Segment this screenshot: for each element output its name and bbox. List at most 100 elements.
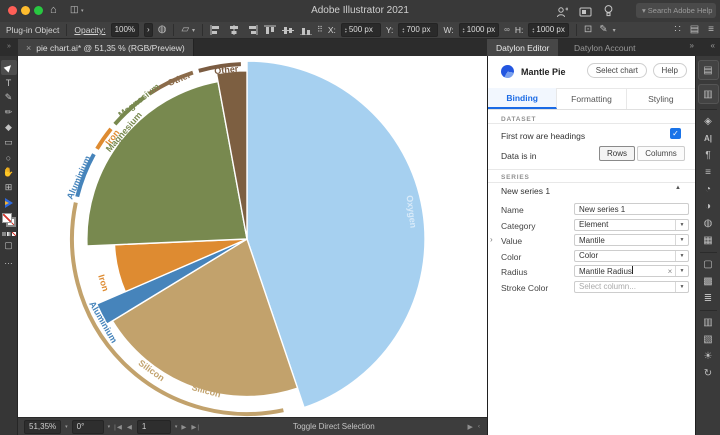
panel-tab-datylon-account[interactable]: Datylon Account <box>565 39 644 56</box>
isolate-icon[interactable]: ▤ <box>690 25 699 35</box>
assets-panel-icon[interactable]: ▥ <box>698 84 719 104</box>
eyedropper-tool[interactable]: ◆ <box>1 120 17 135</box>
panel-tab-datylon-editor[interactable]: Datylon Editor <box>487 39 558 56</box>
opacity-input[interactable]: 100% <box>111 23 139 37</box>
layers-panel-icon[interactable]: ◈ <box>699 113 718 130</box>
field-input-h[interactable]: ▴▾1000 px <box>528 23 568 37</box>
opacity-label[interactable]: Opacity: <box>74 25 105 35</box>
image-panel-icon[interactable]: ▦ <box>699 232 718 249</box>
pen-tool[interactable]: ✎ <box>1 90 17 105</box>
select-chart-button[interactable]: Select chart <box>587 63 647 78</box>
dropdown-caret-icon[interactable]: ▼ <box>675 266 688 276</box>
zoom-tool[interactable]: ○ <box>1 150 17 165</box>
artboard-number-input[interactable]: 1 <box>137 420 171 434</box>
field-input-w[interactable]: ▴▾1000 px <box>459 23 499 37</box>
type-tool[interactable]: T <box>1 75 17 90</box>
orientation-rows-button[interactable]: Rows <box>599 146 635 161</box>
first-artboard-button[interactable]: |◀ <box>114 423 123 431</box>
align-top-icon[interactable] <box>264 25 276 35</box>
clear-icon[interactable]: × <box>665 267 675 276</box>
recolor-artwork-icon[interactable]: ◍ <box>158 25 167 35</box>
align-middle-v-icon[interactable] <box>282 25 294 35</box>
panel-menu-icon[interactable]: » <box>690 41 694 50</box>
field-input-y[interactable]: ▴▾700 px <box>398 23 438 37</box>
tab-formatting[interactable]: Formatting <box>557 88 626 109</box>
zoom-level-select[interactable]: 51,35% <box>24 420 61 434</box>
chevron-down-icon[interactable]: ▾ <box>65 424 68 430</box>
link-dimensions-icon[interactable]: ∞ <box>504 25 510 35</box>
character-panel-icon[interactable]: A| <box>699 130 718 147</box>
search-scope-caret[interactable]: ▾ <box>642 6 646 15</box>
lightbulb-icon[interactable] <box>603 4 614 22</box>
last-artboard-button[interactable]: ▶| <box>191 423 200 431</box>
help-button[interactable]: Help <box>653 63 687 78</box>
close-tab-icon[interactable]: × <box>26 43 31 53</box>
status-expander-icon[interactable]: ▶ <box>467 423 473 431</box>
gradient-panel-icon[interactable]: ◍ <box>699 215 718 232</box>
search-input[interactable]: ▾ Search Adobe Help <box>636 3 716 18</box>
screen-mode-tool[interactable]: ▢ <box>1 238 17 253</box>
gradient-icon[interactable] <box>7 232 11 236</box>
dropdown-caret-icon[interactable]: ▼ <box>675 235 688 245</box>
color-icon[interactable] <box>2 232 6 236</box>
radius-select[interactable]: Mantile Radius×▼ <box>574 265 689 277</box>
tab-binding[interactable]: Binding <box>488 88 557 109</box>
symbols-panel-icon[interactable]: ▩ <box>699 273 718 290</box>
brightness-panel-icon[interactable]: ☀ <box>699 348 718 365</box>
status-back-icon[interactable]: ‹ <box>478 423 481 430</box>
artboard-tool[interactable]: ⊞ <box>1 180 17 195</box>
document-tab[interactable]: × pie chart.ai* @ 51,35 % (RGB/Preview) <box>18 39 194 56</box>
chevron-down-icon[interactable]: ▾ <box>108 424 111 430</box>
value-select[interactable]: Mantile▼ <box>574 234 689 246</box>
stroke-color-select[interactable]: Select column...▼ <box>574 281 689 293</box>
transform-icon[interactable]: ▱ ▾ <box>181 25 195 36</box>
next-artboard-button[interactable]: ▶ <box>181 423 187 431</box>
rectangle-tool[interactable]: ▭ <box>1 135 17 150</box>
none-icon[interactable] <box>12 232 16 236</box>
dropdown-caret-icon[interactable]: ▼ <box>675 282 688 292</box>
toolbar-more-icon[interactable]: » <box>0 39 18 56</box>
actions-panel-icon[interactable]: ↻ <box>699 365 718 382</box>
color-panel-icon[interactable]: ◔ <box>699 181 718 198</box>
artboard-canvas[interactable]: OxygenSiliconSiliconAluminiumIronAlumini… <box>18 56 487 417</box>
constrain-proportions-icon[interactable]: ⊡ <box>584 25 592 35</box>
color-mode-icons[interactable] <box>2 232 16 236</box>
paintbrush-tool[interactable]: ✏ <box>1 105 17 120</box>
distribute-grid-icon[interactable]: ⠿ <box>317 25 323 35</box>
fill-stroke-swatches[interactable] <box>2 213 16 227</box>
chevron-down-icon[interactable]: ▾ <box>175 424 178 430</box>
rotation-select[interactable]: 0° <box>72 420 104 434</box>
menu-icon[interactable]: ≡ <box>708 25 714 35</box>
style-icon[interactable]: ✎ <box>599 25 607 35</box>
dropdown-caret-icon[interactable]: ▼ <box>675 251 688 261</box>
share-user-icon[interactable] <box>556 5 568 23</box>
spinner-icon[interactable]: ▴▾ <box>463 27 465 33</box>
stroke-panel-icon[interactable]: ≡ <box>699 164 718 181</box>
paragraph-panel-icon[interactable]: ¶ <box>699 147 718 164</box>
links-panel-icon[interactable]: ▧ <box>699 331 718 348</box>
align-left-icon[interactable] <box>210 25 222 35</box>
fill-swatch[interactable] <box>2 213 12 223</box>
name-input[interactable]: New series 1 <box>574 203 689 215</box>
tab-styling[interactable]: Styling <box>627 88 695 109</box>
dock-expand-icon[interactable]: « <box>711 41 715 50</box>
orientation-columns-button[interactable]: Columns <box>637 146 685 161</box>
align-center-h-icon[interactable] <box>228 25 240 35</box>
dropdown-caret-icon[interactable]: ▼ <box>675 220 688 230</box>
spinner-icon[interactable]: ▴▾ <box>532 27 534 33</box>
selection-tool[interactable]: ▶ <box>1 60 17 75</box>
row-marker-icon[interactable]: › <box>490 235 493 244</box>
shape-panel-icon[interactable]: ◑ <box>699 198 718 215</box>
align-panel-icon[interactable]: ≣ <box>699 290 718 307</box>
color-select[interactable]: Color▼ <box>574 250 689 262</box>
datylon-tool[interactable] <box>1 195 17 210</box>
series-collapse-icon[interactable]: ▲ <box>675 185 681 191</box>
align-right-icon[interactable] <box>246 25 258 35</box>
screen-mode-icon[interactable] <box>579 5 592 23</box>
first-row-headings-checkbox[interactable]: ✓ <box>670 128 681 139</box>
libraries-panel-icon[interactable]: ▤ <box>698 60 719 80</box>
field-input-x[interactable]: ▴▾500 px <box>341 23 381 37</box>
series-header[interactable]: New series 1 <box>501 186 550 196</box>
opacity-more-button[interactable]: › <box>144 23 153 37</box>
hand-tool[interactable]: ✋ <box>1 165 17 180</box>
